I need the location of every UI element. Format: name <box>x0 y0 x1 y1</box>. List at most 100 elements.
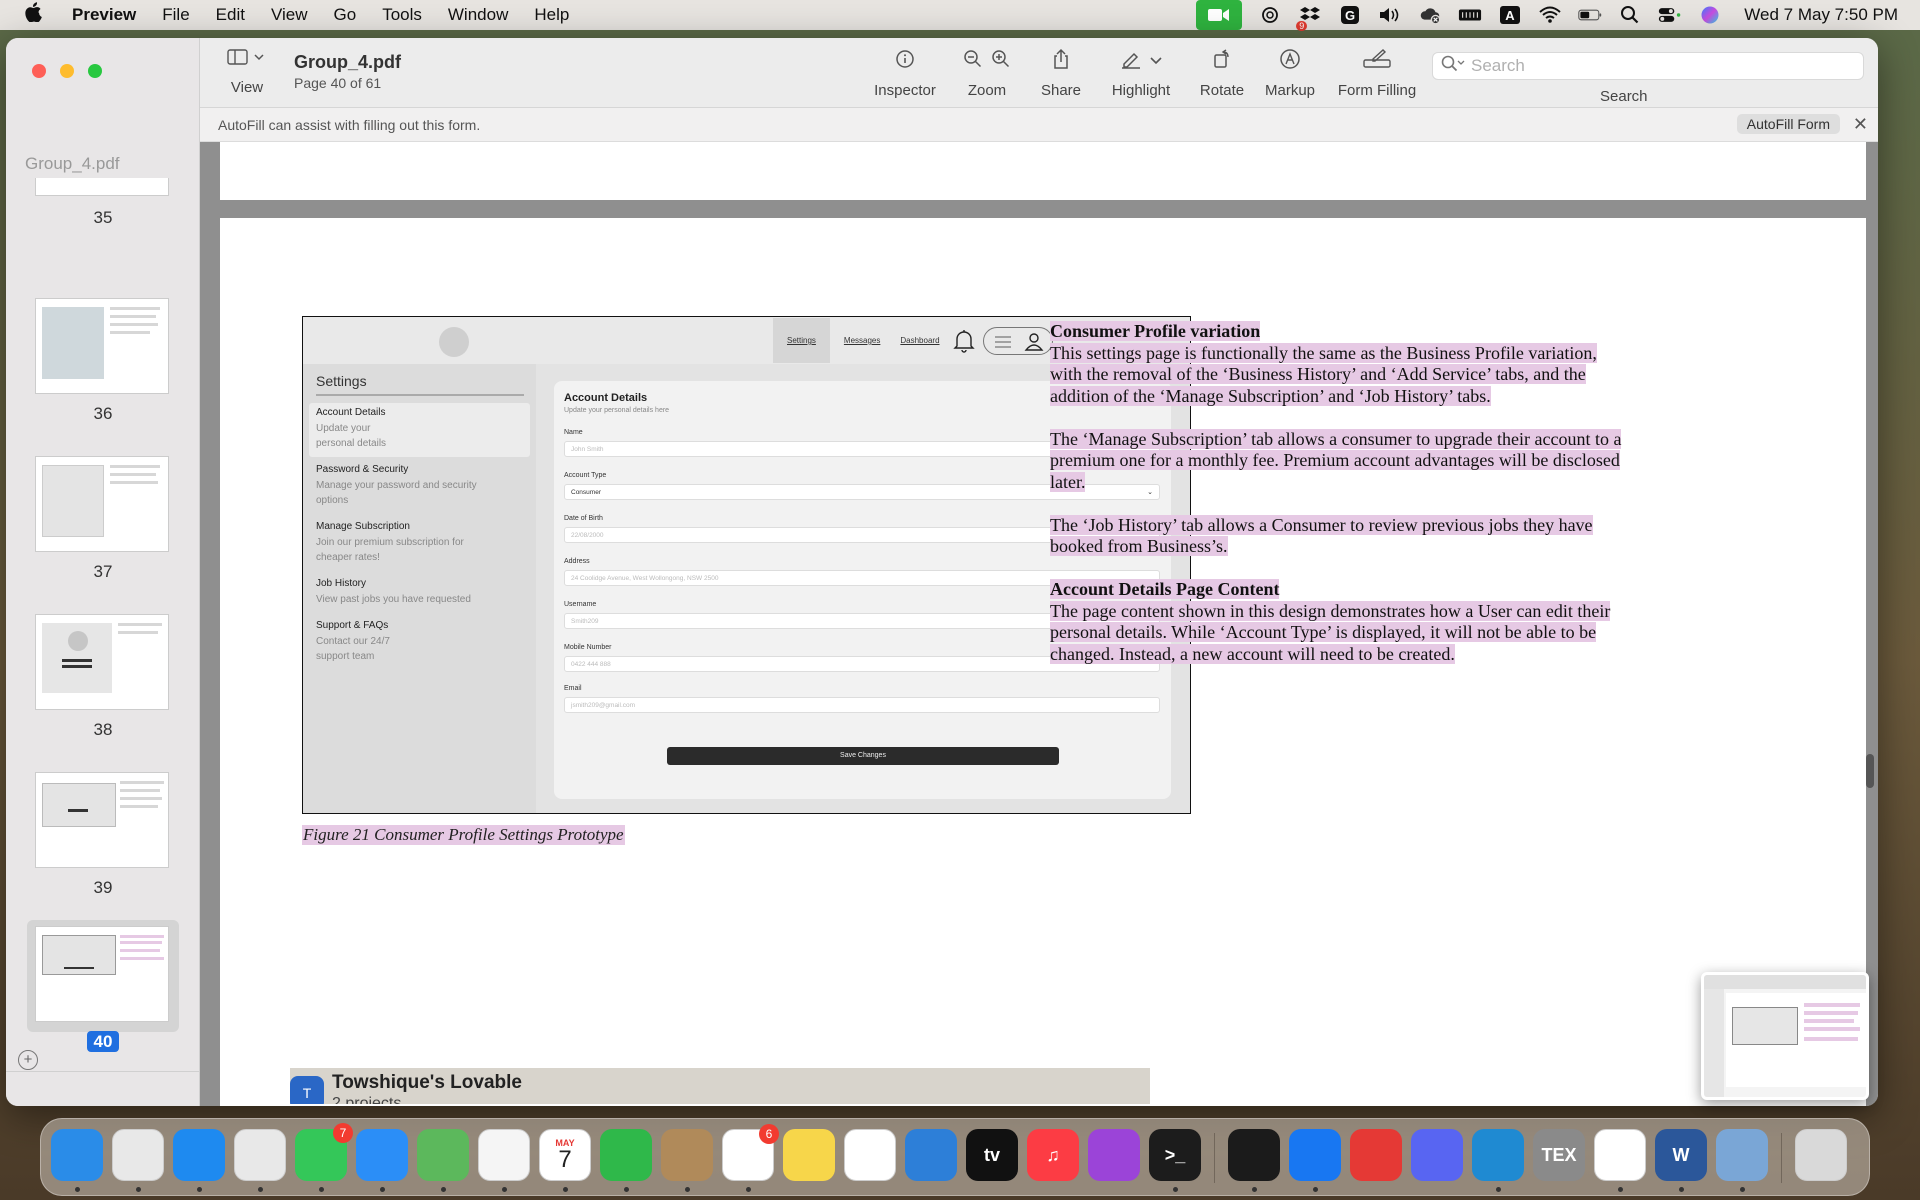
autofill-form-button[interactable]: AutoFill Form <box>1736 114 1840 134</box>
view-label: View <box>230 79 264 96</box>
notes-icon[interactable] <box>783 1129 835 1181</box>
dock-running-indicator <box>746 1187 751 1192</box>
paragraph-4: The page content shown in this design de… <box>1050 600 1611 664</box>
minimize-window-button[interactable] <box>60 64 74 78</box>
wifi-icon[interactable] <box>1538 5 1562 25</box>
fullscreen-window-button[interactable] <box>88 64 102 78</box>
safari-icon[interactable] <box>173 1129 225 1181</box>
view-button[interactable]: View <box>222 48 272 96</box>
discord-icon[interactable] <box>1411 1129 1463 1181</box>
volume-icon[interactable] <box>1378 5 1402 25</box>
freeform-icon[interactable] <box>844 1129 896 1181</box>
chatgpt-dock-icon[interactable] <box>1594 1129 1646 1181</box>
keyboard-a-icon[interactable]: A <box>1498 5 1522 25</box>
info-icon <box>895 49 915 74</box>
launchpad-icon[interactable] <box>112 1129 164 1181</box>
sidebar-toggle-icon <box>227 49 267 70</box>
facetime-icon[interactable] <box>1196 0 1243 30</box>
dock: 7 MAY 7 6 tv ♫ >_ TEX W <box>40 1118 1870 1196</box>
menu-help[interactable]: Help <box>534 5 569 25</box>
menu-app-name[interactable]: Preview <box>72 5 136 25</box>
document-title[interactable]: Group_4.pdf <box>294 52 401 73</box>
thumbnail-page-37[interactable] <box>35 456 169 552</box>
menubar-clock[interactable]: Wed 7 May 7:50 PM <box>1744 5 1898 25</box>
dock-separator <box>1214 1133 1215 1183</box>
thumbnail-page-36[interactable] <box>35 298 169 394</box>
zoom-out-icon[interactable] <box>963 49 983 74</box>
thumbnail-page-35[interactable] <box>35 178 169 196</box>
podcasts-icon[interactable] <box>1088 1129 1140 1181</box>
music-icon[interactable]: ♫ <box>1027 1129 1079 1181</box>
zoom-button[interactable]: Zoom <box>954 48 1020 99</box>
thumbnail-page-40[interactable] <box>35 926 169 1022</box>
figure-item-title: Password & Security <box>316 464 409 475</box>
form-filling-button[interactable]: Form Filling <box>1334 48 1420 99</box>
close-window-button[interactable] <box>32 64 46 78</box>
menu-file[interactable]: File <box>162 5 189 25</box>
tex-icon[interactable]: TEX <box>1533 1129 1585 1181</box>
siri-icon[interactable] <box>1698 5 1722 25</box>
mail-icon[interactable] <box>356 1129 408 1181</box>
vertical-scrollbar[interactable] <box>1866 754 1874 788</box>
terminal-icon[interactable]: >_ <box>1149 1129 1201 1181</box>
dropbox-icon[interactable]: 9 <box>1296 5 1322 31</box>
figure-nav-settings: Settings <box>773 318 830 363</box>
chrome-icon[interactable] <box>234 1129 286 1181</box>
contacts-icon[interactable] <box>661 1129 713 1181</box>
preview-icon[interactable] <box>1716 1129 1768 1181</box>
search-input[interactable]: Search <box>1432 52 1864 80</box>
dock-running-indicator <box>380 1187 385 1192</box>
control-center-icon[interactable] <box>1658 5 1682 25</box>
menu-edit[interactable]: Edit <box>216 5 245 25</box>
markup-button[interactable]: Markup <box>1260 48 1320 99</box>
zoom-in-icon[interactable] <box>991 49 1011 74</box>
keynote-icon[interactable] <box>905 1129 957 1181</box>
markup-icon <box>1279 48 1301 75</box>
finder-icon[interactable] <box>51 1129 103 1181</box>
battery-icon[interactable] <box>1578 5 1602 25</box>
messenger-icon[interactable] <box>1289 1129 1341 1181</box>
maps-icon[interactable] <box>417 1129 469 1181</box>
highlight-button[interactable]: Highlight <box>1106 48 1176 99</box>
share-button[interactable]: Share <box>1036 48 1086 99</box>
menu-tools[interactable]: Tools <box>382 5 422 25</box>
rotate-icon <box>1212 48 1232 74</box>
dock-running-indicator <box>1618 1187 1623 1192</box>
apple-menu-icon[interactable] <box>24 2 48 28</box>
inspector-button[interactable]: Inspector <box>870 48 940 99</box>
form-filling-label: Form Filling <box>1337 82 1417 99</box>
rotate-button[interactable]: Rotate <box>1194 48 1250 99</box>
figure-item-title: Job History <box>316 578 367 589</box>
thumbnail-label-40: 40 <box>6 1031 200 1052</box>
messages-icon[interactable]: 7 <box>295 1123 353 1181</box>
chevron-down-icon[interactable] <box>1150 52 1162 70</box>
battery-bars-icon[interactable] <box>1458 5 1482 25</box>
numbers-icon[interactable] <box>600 1129 652 1181</box>
spotlight-icon[interactable] <box>1618 5 1642 25</box>
vscode-icon[interactable] <box>1472 1129 1524 1181</box>
thumbnail-page-39[interactable] <box>35 772 169 868</box>
screenshot-preview-thumbnail[interactable] <box>1701 972 1869 1100</box>
photos-icon[interactable] <box>478 1129 530 1181</box>
dock-running-indicator <box>1313 1187 1318 1192</box>
menu-go[interactable]: Go <box>334 5 357 25</box>
appletv-icon[interactable]: tv <box>966 1129 1018 1181</box>
trash-icon[interactable] <box>1795 1129 1847 1181</box>
reminders-icon[interactable]: 6 <box>722 1124 779 1181</box>
add-page-icon[interactable]: + <box>18 1050 38 1070</box>
chatgpt-icon[interactable] <box>1258 5 1282 25</box>
word-icon[interactable]: W <box>1655 1129 1707 1181</box>
calendar-icon[interactable]: MAY 7 <box>539 1129 591 1181</box>
webex-icon[interactable] <box>1228 1129 1280 1181</box>
close-icon[interactable]: ✕ <box>1853 114 1868 135</box>
document-view[interactable]: Settings Messages Dashboard Settings Acc… <box>200 142 1878 1106</box>
grammarly-icon[interactable]: G <box>1338 5 1362 25</box>
thumbnail-page-38[interactable] <box>35 614 169 710</box>
cloud-icon[interactable] <box>1418 5 1442 25</box>
pdf-page: Settings Messages Dashboard Settings Acc… <box>220 218 1866 1106</box>
figure-nav-links: Settings Messages Dashboard <box>773 317 960 364</box>
menu-window[interactable]: Window <box>448 5 508 25</box>
mail-red-icon[interactable] <box>1350 1129 1402 1181</box>
menu-view[interactable]: View <box>271 5 308 25</box>
background-app-window[interactable]: T Towshique's Lovable 2 projects <box>290 1068 1150 1104</box>
